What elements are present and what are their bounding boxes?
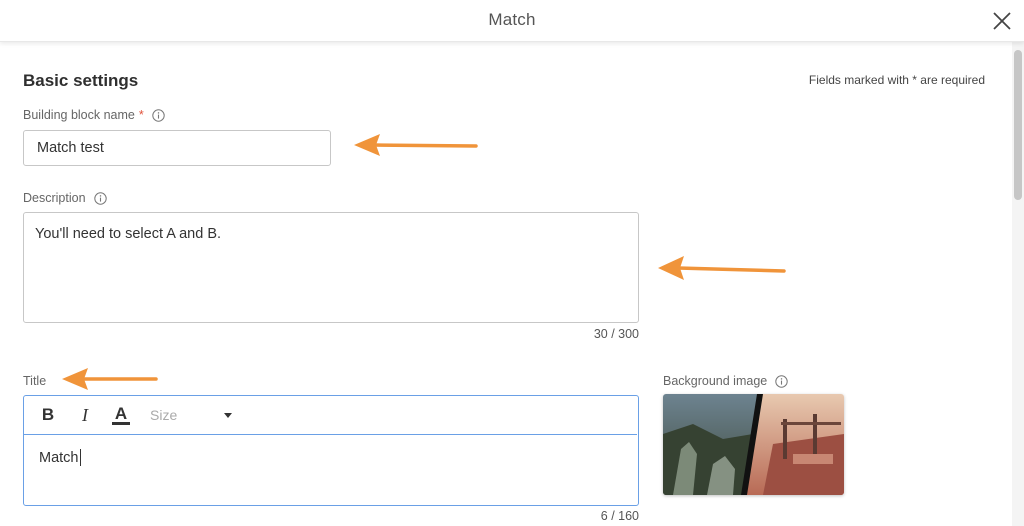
building-block-name-input[interactable]: Match test bbox=[23, 130, 331, 166]
modal-title: Match bbox=[488, 10, 536, 29]
annotation-arrow-icon bbox=[62, 368, 158, 390]
building-block-name-label-text: Building block name bbox=[23, 108, 135, 122]
close-icon[interactable] bbox=[990, 9, 1014, 33]
section-heading: Basic settings bbox=[23, 71, 139, 90]
description-label-text: Description bbox=[23, 191, 86, 205]
size-placeholder: Size bbox=[150, 407, 178, 423]
info-icon[interactable] bbox=[93, 191, 107, 205]
info-icon[interactable] bbox=[775, 374, 788, 388]
editor-toolbar: B I A Size bbox=[24, 396, 637, 435]
chevron-down-icon bbox=[224, 413, 232, 418]
required-marker: * bbox=[138, 108, 144, 122]
text-color-letter: A bbox=[115, 404, 127, 423]
title-label-text: Title bbox=[23, 374, 47, 388]
description-label: Description bbox=[23, 191, 107, 205]
building-block-name-label: Building block name * bbox=[23, 108, 165, 122]
required-note: Fields marked with * are required bbox=[808, 73, 985, 87]
scrollbar-thumb[interactable] bbox=[1014, 50, 1022, 200]
background-image-thumbnail[interactable] bbox=[663, 394, 844, 495]
title-char-counter: 6 / 160 bbox=[600, 509, 639, 523]
title-text: Match bbox=[39, 449, 79, 466]
scrollbar[interactable] bbox=[1012, 42, 1024, 526]
italic-button[interactable]: I bbox=[74, 404, 96, 426]
info-icon[interactable] bbox=[152, 108, 165, 122]
text-color-icon[interactable]: A bbox=[110, 404, 132, 426]
size-dropdown[interactable]: Size bbox=[148, 404, 238, 426]
description-textarea[interactable]: You'll need to select A and B. bbox=[23, 212, 639, 323]
text-cursor bbox=[79, 449, 81, 466]
annotation-arrow-icon bbox=[658, 256, 786, 280]
title-editor-content[interactable]: Match bbox=[39, 449, 81, 466]
title-label: Title bbox=[23, 374, 46, 388]
title-rich-text-editor[interactable]: B I A Size Match bbox=[23, 395, 639, 506]
background-image-label: Background image bbox=[663, 374, 788, 388]
description-char-counter: 30 / 300 bbox=[593, 327, 639, 341]
bold-button[interactable]: B bbox=[37, 404, 59, 426]
modal-header: Match bbox=[0, 0, 1024, 42]
annotation-arrow-icon bbox=[354, 134, 478, 156]
background-image-label-text: Background image bbox=[663, 374, 768, 388]
modal-content: Basic settings Fields marked with * are … bbox=[0, 42, 1012, 526]
